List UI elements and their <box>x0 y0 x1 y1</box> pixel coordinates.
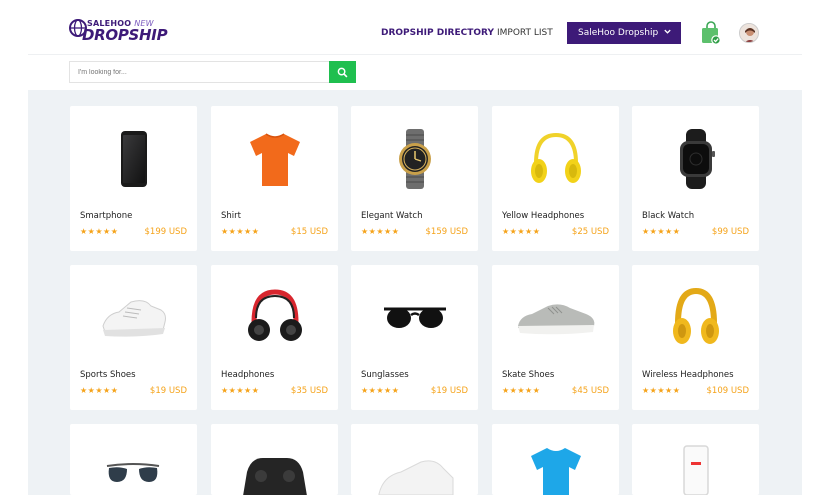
wrist-watch-icon <box>398 128 431 189</box>
product-price: $45 USD <box>571 386 609 396</box>
product-card[interactable]: Shirt ★★★★★ $15 USD <box>211 106 338 251</box>
product-name: Skate Shoes <box>502 370 555 380</box>
dropdown-label: SaleHoo Dropship <box>578 28 659 38</box>
sunglasses-icon <box>383 307 446 328</box>
phone-case-icon <box>683 445 709 495</box>
product-image <box>70 106 197 211</box>
nav-dropship-directory[interactable]: DROPSHIP DIRECTORY <box>381 28 494 38</box>
product-card[interactable]: Elegant Watch ★★★★★ $159 USD <box>351 106 478 251</box>
smart-watch-icon <box>679 128 715 189</box>
tshirt-icon <box>249 132 300 186</box>
rating-stars: ★★★★★ <box>361 227 400 236</box>
chevron-down-icon <box>664 29 671 34</box>
product-card[interactable]: Sunglasses ★★★★★ $19 USD <box>351 265 478 410</box>
product-price: $35 USD <box>290 386 328 396</box>
avatar-image <box>740 24 758 42</box>
product-name: Sunglasses <box>361 370 409 380</box>
product-card[interactable]: Sports Shoes ★★★★★ $19 USD <box>70 265 197 410</box>
search-input[interactable] <box>69 61 331 83</box>
nav-import-list[interactable]: IMPORT LIST <box>497 28 553 38</box>
product-card[interactable] <box>70 424 197 495</box>
sneaker-icon <box>101 299 166 337</box>
tshirt-icon <box>531 448 581 495</box>
headphones-icon <box>247 288 302 341</box>
sneaker-icon <box>378 460 454 495</box>
smartphone-icon <box>120 130 147 187</box>
product-name: Black Watch <box>642 211 695 221</box>
product-price: $19 USD <box>149 386 187 396</box>
rating-stars: ★★★★★ <box>361 386 400 395</box>
product-card[interactable]: Smartphone ★★★★★ $199 USD <box>70 106 197 251</box>
product-price: $109 USD <box>706 386 750 396</box>
product-image <box>211 265 338 370</box>
product-image <box>632 265 759 370</box>
search-button[interactable] <box>329 61 356 83</box>
product-name: Sports Shoes <box>80 370 136 380</box>
product-card[interactable]: Wireless Headphones ★★★★★ $109 USD <box>632 265 759 410</box>
product-name: Wireless Headphones <box>642 370 734 380</box>
rating-stars: ★★★★★ <box>80 227 119 236</box>
product-image <box>351 106 478 211</box>
product-name: Smartphone <box>80 211 133 221</box>
product-card[interactable]: Yellow Headphones ★★★★★ $25 USD <box>492 106 619 251</box>
product-image <box>211 106 338 211</box>
product-image <box>492 265 619 370</box>
product-image <box>70 265 197 370</box>
sneaker-icon <box>517 303 594 334</box>
product-name: Elegant Watch <box>361 211 423 221</box>
top-header: SALEHOO NEW DROPSHIP DROPSHIP DIRECTORY … <box>0 0 827 56</box>
rating-stars: ★★★★★ <box>221 227 260 236</box>
product-name: Yellow Headphones <box>502 211 585 221</box>
product-price: $15 USD <box>290 227 328 237</box>
product-price: $19 USD <box>430 386 468 396</box>
game-controller-icon <box>243 458 307 495</box>
product-image <box>632 106 759 211</box>
product-price: $99 USD <box>711 227 749 237</box>
product-card[interactable]: Black Watch ★★★★★ $99 USD <box>632 106 759 251</box>
product-name: Headphones <box>221 370 275 380</box>
product-card[interactable] <box>492 424 619 495</box>
shopping-bag-icon[interactable] <box>700 21 722 45</box>
product-image <box>351 265 478 370</box>
headphones-icon <box>672 287 719 344</box>
rating-stars: ★★★★★ <box>642 227 681 236</box>
rating-stars: ★★★★★ <box>502 227 541 236</box>
product-card[interactable] <box>351 424 478 495</box>
product-price: $159 USD <box>425 227 469 237</box>
headphones-icon <box>530 132 581 183</box>
product-card[interactable] <box>632 424 759 495</box>
product-name: Shirt <box>221 211 241 221</box>
rating-stars: ★★★★★ <box>80 386 119 395</box>
rating-stars: ★★★★★ <box>221 386 260 395</box>
rating-stars: ★★★★★ <box>642 386 681 395</box>
aviator-sunglasses-icon <box>106 463 160 482</box>
salehoo-dropship-logo[interactable]: SALEHOO NEW DROPSHIP <box>68 18 168 48</box>
user-avatar[interactable] <box>739 23 759 43</box>
product-card[interactable]: Headphones ★★★★★ $35 USD <box>211 265 338 410</box>
product-price: $25 USD <box>571 227 609 237</box>
product-card[interactable]: Skate Shoes ★★★★★ $45 USD <box>492 265 619 410</box>
product-card[interactable] <box>211 424 338 495</box>
logo-main-text: DROPSHIP <box>82 26 168 44</box>
product-image <box>492 106 619 211</box>
header-divider <box>28 54 802 55</box>
rating-stars: ★★★★★ <box>502 386 541 395</box>
search-icon <box>337 67 348 77</box>
account-dropdown-button[interactable]: SaleHoo Dropship <box>567 22 681 44</box>
search-bar <box>69 61 356 83</box>
product-price: $199 USD <box>144 227 188 237</box>
